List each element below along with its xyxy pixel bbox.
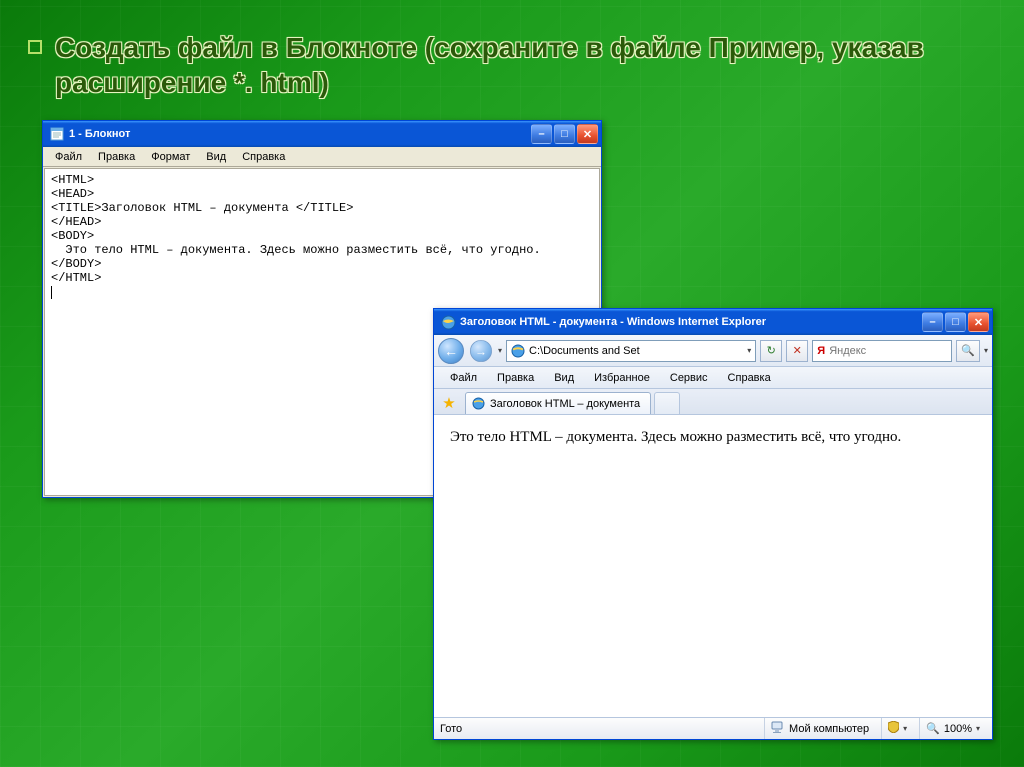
search-provider-dropdown-icon[interactable]: ▾ bbox=[984, 346, 988, 355]
browser-tab[interactable]: Заголовок HTML – документа bbox=[465, 392, 651, 414]
notepad-title-text: 1 - Блокнот bbox=[69, 128, 531, 140]
menu-tools[interactable]: Сервис bbox=[660, 370, 718, 386]
tab-label: Заголовок HTML – документа bbox=[490, 398, 640, 410]
text-caret bbox=[51, 286, 52, 299]
status-zoom[interactable]: 🔍 100% ▾ bbox=[919, 718, 986, 739]
menu-favorites[interactable]: Избранное bbox=[584, 370, 660, 386]
favorites-star-button[interactable]: ★ bbox=[438, 392, 460, 414]
address-bar[interactable]: ▾ bbox=[506, 340, 756, 362]
status-protected-mode: ▾ bbox=[881, 718, 913, 739]
new-tab-button[interactable] bbox=[654, 392, 680, 414]
menu-file[interactable]: Файл bbox=[440, 370, 487, 386]
bullet-decor bbox=[28, 40, 42, 54]
ie-nav-toolbar: ← → ▾ ▾ ↻ ✕ Я 🔍 ▾ bbox=[434, 335, 992, 367]
close-button[interactable]: ✕ bbox=[577, 124, 598, 144]
ie-statusbar: Гото Мой компьютер ▾ 🔍 100% ▾ bbox=[434, 717, 992, 739]
refresh-button[interactable]: ↻ bbox=[760, 340, 782, 362]
zoom-icon: 🔍 bbox=[926, 722, 940, 735]
notepad-titlebar[interactable]: 1 - Блокнот – □ ✕ bbox=[43, 121, 601, 147]
tab-page-icon bbox=[472, 397, 485, 410]
nav-history-dropdown-icon[interactable]: ▾ bbox=[498, 346, 502, 355]
stop-button[interactable]: ✕ bbox=[786, 340, 808, 362]
notepad-menubar: Файл Правка Формат Вид Справка bbox=[43, 147, 601, 167]
search-box[interactable]: Я bbox=[812, 340, 952, 362]
address-dropdown-icon[interactable]: ▾ bbox=[747, 346, 751, 355]
menu-help[interactable]: Справка bbox=[718, 370, 781, 386]
minimize-button[interactable]: – bbox=[922, 312, 943, 332]
menu-edit[interactable]: Правка bbox=[90, 149, 143, 165]
address-input[interactable] bbox=[529, 345, 743, 357]
close-button[interactable]: ✕ bbox=[968, 312, 989, 332]
shield-icon bbox=[888, 721, 899, 736]
ie-page-icon bbox=[511, 344, 525, 358]
status-ready: Гото bbox=[440, 723, 462, 735]
search-button[interactable]: 🔍 bbox=[956, 340, 980, 362]
computer-icon bbox=[771, 721, 785, 736]
menu-view[interactable]: Вид bbox=[544, 370, 584, 386]
menu-file[interactable]: Файл bbox=[47, 149, 90, 165]
ie-tabbar: ★ Заголовок HTML – документа bbox=[434, 389, 992, 415]
back-button[interactable]: ← bbox=[438, 338, 464, 364]
menu-format[interactable]: Формат bbox=[143, 149, 198, 165]
yandex-icon: Я bbox=[817, 345, 825, 357]
ie-page-content: Это тело HTML – документа. Здесь можно р… bbox=[434, 415, 992, 717]
ie-icon bbox=[440, 314, 456, 330]
maximize-button[interactable]: □ bbox=[945, 312, 966, 332]
ie-titlebar[interactable]: Заголовок HTML - документа - Windows Int… bbox=[434, 309, 992, 335]
forward-button[interactable]: → bbox=[470, 339, 492, 361]
ie-window: Заголовок HTML - документа - Windows Int… bbox=[433, 308, 993, 740]
status-zone: Мой компьютер bbox=[764, 718, 875, 739]
ie-title-text: Заголовок HTML - документа - Windows Int… bbox=[460, 316, 922, 328]
minimize-button[interactable]: – bbox=[531, 124, 552, 144]
notepad-icon bbox=[49, 126, 65, 142]
ie-menubar: Файл Правка Вид Избранное Сервис Справка bbox=[434, 367, 992, 389]
menu-edit[interactable]: Правка bbox=[487, 370, 544, 386]
page-body-text: Это тело HTML – документа. Здесь можно р… bbox=[450, 429, 901, 445]
menu-help[interactable]: Справка bbox=[234, 149, 293, 165]
maximize-button[interactable]: □ bbox=[554, 124, 575, 144]
menu-view[interactable]: Вид bbox=[198, 149, 234, 165]
search-input[interactable] bbox=[829, 345, 947, 357]
